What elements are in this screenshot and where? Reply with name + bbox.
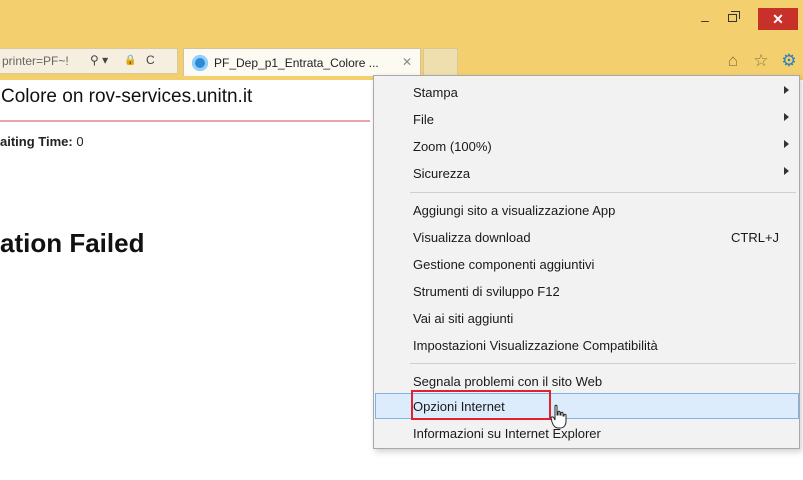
menu-item-label: Stampa [413, 85, 458, 100]
hand-cursor-icon [550, 404, 567, 429]
menu-item-stampa[interactable]: Stampa [375, 79, 799, 105]
menu-item-label: Aggiungi sito a visualizzazione App [413, 203, 616, 218]
menu-item-view-downloads[interactable]: Visualizza download CTRL+J [375, 224, 799, 250]
menu-item-label: Vai ai siti aggiunti [413, 311, 514, 326]
tools-gear-icon[interactable]: ⚙ [778, 50, 800, 72]
nav-icons: ⌂ ☆ ⚙ [722, 50, 800, 72]
menu-item-label: Sicurezza [413, 166, 471, 181]
menu-item-label: Visualizza download [413, 230, 531, 245]
page-heading: Colore on rov-services.unitn.it [1, 86, 253, 107]
menu-item-label: Zoom (100%) [413, 139, 492, 154]
waiting-time-value: 0 [76, 134, 84, 149]
menu-item-file[interactable]: File [375, 106, 799, 132]
menu-item-manage-addons[interactable]: Gestione componenti aggiuntivi [375, 251, 799, 277]
menu-item-add-site-apps[interactable]: Aggiungi sito a visualizzazione App [375, 197, 799, 223]
address-text[interactable]: printer=PF~! [2, 54, 69, 68]
address-bar[interactable]: printer=PF~! ⚲ ▾ 🔒 C [0, 48, 178, 74]
menu-item-label: File [413, 112, 434, 127]
menu-item-label: Informazioni su Internet Explorer [413, 426, 601, 441]
title-bar: – ✕ [0, 0, 803, 42]
submenu-arrow-icon [784, 140, 789, 148]
submenu-arrow-icon [784, 113, 789, 121]
menu-item-f12-tools[interactable]: Strumenti di sviluppo F12 [375, 278, 799, 304]
failed-message: ation Failed [0, 228, 145, 258]
refresh-icon[interactable]: C [146, 53, 155, 67]
menu-item-label: Gestione componenti aggiuntivi [413, 257, 595, 272]
minimize-button[interactable]: – [694, 10, 716, 30]
favorites-star-icon[interactable]: ☆ [750, 50, 772, 72]
tab-close-icon[interactable]: ✕ [402, 55, 412, 69]
highlight-annotation-box [411, 390, 551, 420]
tools-menu: Stampa File Zoom (100%) Sicurezza Aggiun… [373, 75, 800, 449]
menu-item-label: Impostazioni Visualizzazione Compatibili… [413, 338, 658, 353]
submenu-arrow-icon [784, 86, 789, 94]
waiting-time-row: aiting Time: 0 [0, 134, 84, 149]
lock-icon[interactable]: 🔒 [124, 55, 136, 66]
menu-item-label: Strumenti di sviluppo F12 [413, 284, 560, 299]
new-tab-button[interactable] [423, 48, 458, 76]
maximize-button[interactable] [722, 10, 744, 30]
search-dropdown-icon[interactable]: ⚲ ▾ [90, 53, 108, 67]
menu-separator [410, 192, 796, 193]
menu-item-zoom[interactable]: Zoom (100%) [375, 133, 799, 159]
menu-item-compatibility-settings[interactable]: Impostazioni Visualizzazione Compatibili… [375, 332, 799, 358]
menu-item-label: Segnala problemi con il sito Web [413, 374, 603, 389]
home-icon[interactable]: ⌂ [722, 50, 744, 72]
submenu-arrow-icon [784, 167, 789, 175]
menu-item-pinned-sites[interactable]: Vai ai siti aggiunti [375, 305, 799, 331]
tab-active[interactable]: PF_Dep_p1_Entrata_Colore ... ✕ [183, 48, 421, 76]
menu-separator [410, 363, 796, 364]
ie-favicon-icon [192, 55, 208, 71]
close-button[interactable]: ✕ [758, 8, 798, 30]
menu-item-shortcut: CTRL+J [731, 230, 780, 245]
heading-underline [0, 120, 370, 122]
menu-item-sicurezza[interactable]: Sicurezza [375, 160, 799, 186]
tab-title: PF_Dep_p1_Entrata_Colore ... [214, 56, 379, 70]
menu-item-about-ie[interactable]: Informazioni su Internet Explorer [375, 420, 799, 446]
restore-icon [728, 14, 737, 22]
waiting-time-label: aiting Time: [0, 134, 73, 149]
